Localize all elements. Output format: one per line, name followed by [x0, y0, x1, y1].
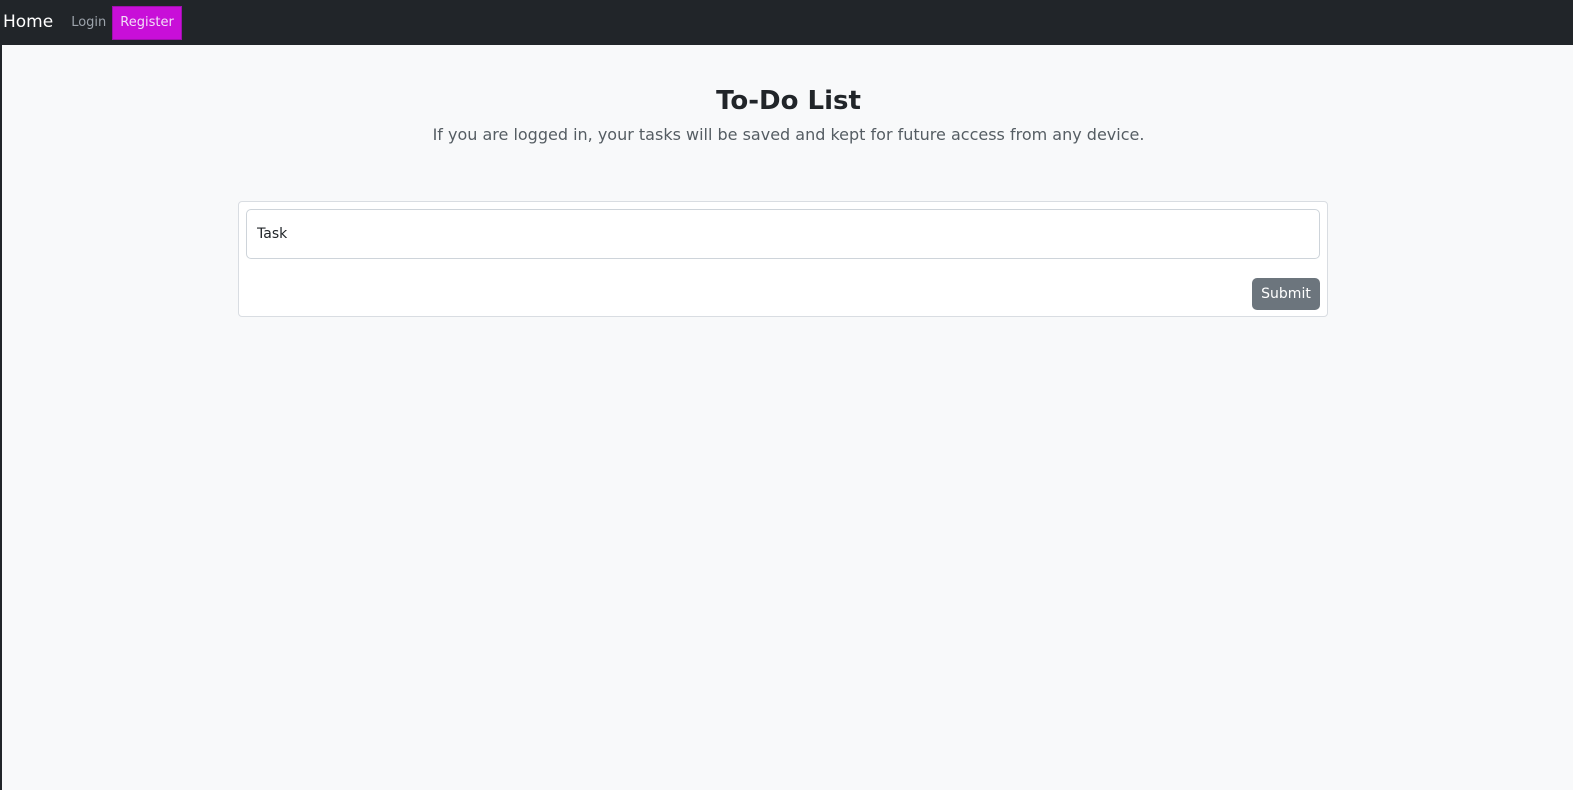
submit-button[interactable]: Submit [1252, 278, 1320, 310]
register-link[interactable]: Register [112, 5, 182, 40]
home-link[interactable]: Home [3, 14, 53, 31]
page-title: To-Do List [716, 86, 861, 116]
page-subtitle: If you are logged in, your tasks will be… [432, 125, 1145, 144]
top-navbar: Home Login Register [2, 0, 1573, 45]
login-link[interactable]: Login [71, 16, 106, 29]
page-header: To-Do List If you are logged in, your ta… [2, 84, 1573, 146]
task-form-card: Submit [238, 201, 1328, 317]
app-window: Home Login Register To-Do List If you ar… [0, 0, 1573, 790]
task-input[interactable] [246, 209, 1320, 259]
